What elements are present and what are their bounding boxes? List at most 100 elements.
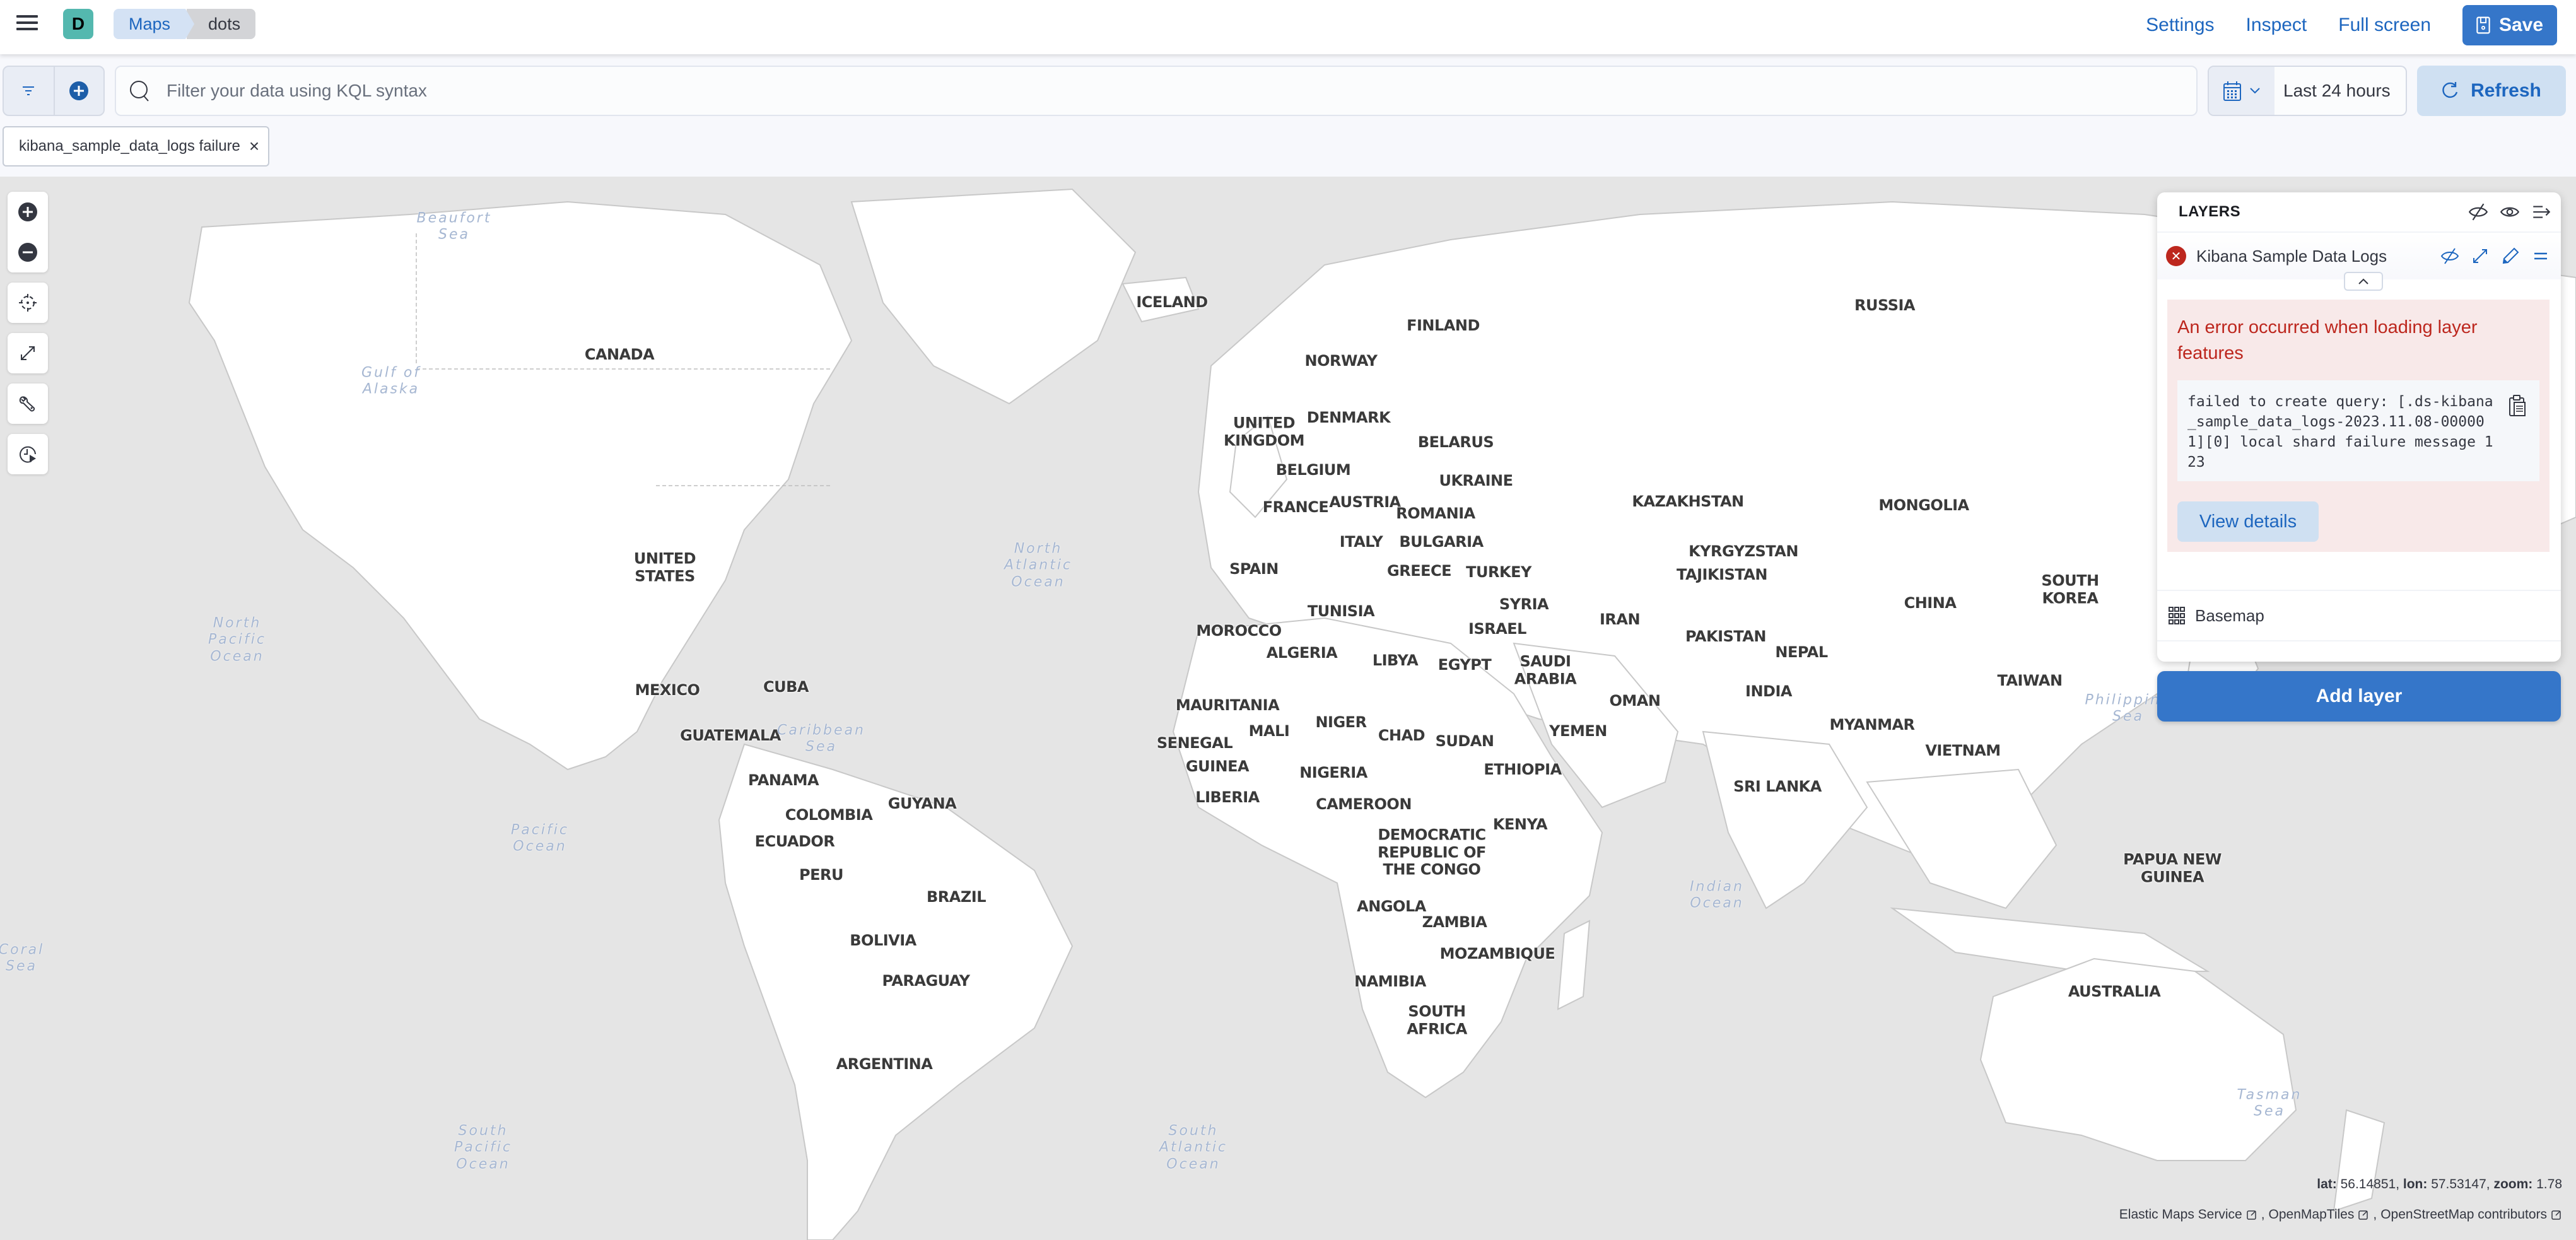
sea-label: North Atlantic Ocean <box>1004 541 1073 590</box>
country-label: IRAN <box>1599 611 1641 629</box>
add-filter-button[interactable] <box>53 67 103 115</box>
refresh-button[interactable]: Refresh <box>2417 66 2566 116</box>
eye-icon[interactable] <box>2499 201 2520 223</box>
attribution-link[interactable]: OpenMapTiles <box>2269 1207 2355 1222</box>
country-label: GUYANA <box>887 795 957 813</box>
sea-label: North Pacific Ocean <box>208 615 266 665</box>
country-label: CHINA <box>1904 594 1957 612</box>
add-layer-button[interactable]: Add layer <box>2157 671 2561 722</box>
error-code-block: failed to create query: [.ds-kibana_samp… <box>2177 380 2539 481</box>
sea-label: Indian Ocean <box>1690 879 1744 911</box>
country-label: AUSTRALIA <box>2068 983 2161 1001</box>
zoom-in-button[interactable] <box>8 192 48 232</box>
country-label: PANAMA <box>747 771 819 790</box>
country-label: KAZAKHSTAN <box>1632 493 1744 511</box>
save-button[interactable]: Save <box>2462 5 2557 45</box>
south-america-landmass <box>718 743 1074 1240</box>
country-label: MONGOLIA <box>1878 496 1969 515</box>
crosshair-icon <box>19 294 37 312</box>
country-label: SPAIN <box>1229 560 1279 578</box>
country-label: FINLAND <box>1407 317 1480 335</box>
sea-label: Tasman Sea <box>2237 1087 2302 1120</box>
country-label: BULGARIA <box>1399 533 1484 551</box>
zoom-controls <box>8 192 48 272</box>
country-label: MAURITANIA <box>1175 696 1280 715</box>
country-label: LIBYA <box>1372 652 1419 670</box>
inspect-link[interactable]: Inspect <box>2246 15 2307 36</box>
breadcrumb-current: dots <box>187 9 256 39</box>
country-label: SOUTH KOREA <box>2041 571 2099 607</box>
menu-icon[interactable] <box>16 14 38 32</box>
set-view-control <box>8 283 48 323</box>
zoom-value: 1.78 <box>2536 1177 2562 1191</box>
layer-name[interactable]: Basemap <box>2195 606 2264 626</box>
hide-layer-icon[interactable] <box>2440 246 2460 266</box>
fit-to-data-button[interactable] <box>8 333 48 373</box>
country-label: SOUTH AFRICA <box>1407 1002 1467 1038</box>
timeslider-button[interactable] <box>8 434 48 474</box>
eye-closed-icon[interactable] <box>2468 201 2489 223</box>
filter-pill[interactable]: kibana_sample_data_logs failure × <box>3 126 270 167</box>
madagascar-landmass <box>1557 920 1591 1010</box>
country-label: ROMANIA <box>1396 505 1475 523</box>
collapse-panel-icon[interactable] <box>2531 201 2552 223</box>
view-details-button[interactable]: View details <box>2177 501 2319 542</box>
country-label: PERU <box>799 866 843 884</box>
country-label: NEPAL <box>1775 643 1828 662</box>
greenland-landmass <box>850 188 1137 405</box>
settings-link[interactable]: Settings <box>2146 15 2214 36</box>
edit-layer-icon[interactable] <box>2500 246 2520 266</box>
country-label: NAMIBIA <box>1354 973 1426 991</box>
set-view-button[interactable] <box>8 283 48 323</box>
country-label: BELARUS <box>1417 433 1494 452</box>
filter-icon <box>23 86 35 95</box>
copy-clipboard-icon[interactable] <box>2508 394 2527 417</box>
country-label: CUBA <box>763 678 809 696</box>
quick-menu-button[interactable] <box>2209 67 2274 115</box>
error-message: failed to create query: [.ds-kibana_samp… <box>2187 394 2493 471</box>
space-avatar[interactable]: D <box>63 9 93 39</box>
tools-button[interactable] <box>8 383 48 424</box>
search-bar <box>115 66 2198 116</box>
country-label: ISRAEL <box>1468 620 1526 638</box>
indonesia-landmass <box>1890 907 2210 972</box>
country-label: MEXICO <box>635 681 700 699</box>
expand-icon <box>21 346 35 360</box>
sea-label: Caribbean Sea <box>777 722 865 755</box>
country-label: DENMARK <box>1306 409 1391 427</box>
fit-bounds-control <box>8 333 48 373</box>
country-label: TAIWAN <box>1997 672 2063 690</box>
attribution-link[interactable]: Elastic Maps Service <box>2119 1207 2242 1222</box>
kql-search-input[interactable] <box>167 81 2059 101</box>
attribution-link[interactable]: OpenStreetMap contributors <box>2380 1207 2547 1222</box>
country-label: SYRIA <box>1499 595 1549 614</box>
collapse-details-button[interactable] <box>2344 272 2383 291</box>
date-range-display[interactable]: Last 24 hours <box>2274 67 2406 115</box>
chevron-up-icon <box>2358 278 2368 284</box>
plus-circle-icon <box>69 81 89 100</box>
zoom-out-button[interactable] <box>8 232 48 272</box>
country-label: NIGER <box>1315 713 1367 732</box>
remove-filter-icon[interactable]: × <box>249 137 259 155</box>
country-label: ICELAND <box>1136 293 1208 312</box>
country-label: BELGIUM <box>1275 461 1351 479</box>
error-title: An error occurred when loading layer fea… <box>2177 317 2478 363</box>
full-screen-link[interactable]: Full screen <box>2338 15 2431 36</box>
layers-title: LAYERS <box>2179 203 2241 220</box>
fit-layer-icon[interactable] <box>2470 246 2490 266</box>
filter-pill-label: kibana_sample_data_logs failure <box>19 137 240 155</box>
country-label: PARAGUAY <box>882 972 970 990</box>
breadcrumb: Maps dots <box>114 9 256 39</box>
country-label: UKRAINE <box>1439 472 1513 490</box>
layers-panel: LAYERS ✕ Kibana Sample Data Logs An erro… <box>2157 192 2561 662</box>
country-label: ETHIOPIA <box>1484 761 1562 779</box>
sea-label: Beaufort Sea <box>416 210 492 243</box>
country-label: INDIA <box>1745 682 1792 701</box>
country-label: DEMOCRATIC REPUBLIC OF THE CONGO <box>1378 826 1486 879</box>
layer-name[interactable]: Kibana Sample Data Logs <box>2196 247 2440 266</box>
drag-handle-icon[interactable] <box>2531 246 2551 266</box>
country-label: UNITED STATES <box>633 549 696 585</box>
filter-menu-button[interactable] <box>4 67 54 115</box>
breadcrumb-maps[interactable]: Maps <box>114 9 194 39</box>
layer-item[interactable]: Basemap <box>2157 590 2561 641</box>
